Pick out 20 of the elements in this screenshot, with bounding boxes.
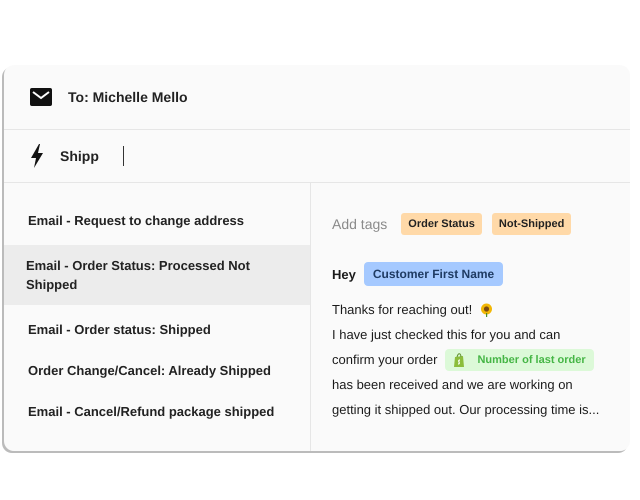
template-item[interactable]: Email - Cancel/Refund package shipped xyxy=(4,391,310,432)
shopping-bag-icon xyxy=(453,352,466,366)
message-text: Thanks for reaching out! xyxy=(332,302,472,317)
recipient-text: To: Michelle Mello xyxy=(68,89,188,105)
lightning-icon xyxy=(30,144,44,168)
template-item[interactable]: Order Change/Cancel: Already Shipped xyxy=(4,350,310,391)
template-item[interactable]: Email - Request to change address xyxy=(4,200,310,241)
message-text: I have just checked this for you and can xyxy=(332,327,560,342)
message-text: has been received and we are working on xyxy=(332,377,573,392)
message-text: getting it shipped out. Our processing time is... xyxy=(332,402,600,417)
variable-chip[interactable]: Customer First Name xyxy=(364,262,504,286)
template-item[interactable]: Email - Order Status: Processed Not Shipped xyxy=(4,245,310,305)
search-field[interactable]: Shipp xyxy=(60,146,124,166)
tag: Order Status xyxy=(401,213,482,235)
template-item[interactable]: Email - Order status: Shipped xyxy=(4,309,310,350)
tag: Not-Shipped xyxy=(492,213,572,235)
sunflower-icon xyxy=(480,302,494,316)
greeting-text: Hey xyxy=(332,266,356,282)
message-text: confirm your order xyxy=(332,352,438,367)
envelope-icon xyxy=(30,88,52,106)
